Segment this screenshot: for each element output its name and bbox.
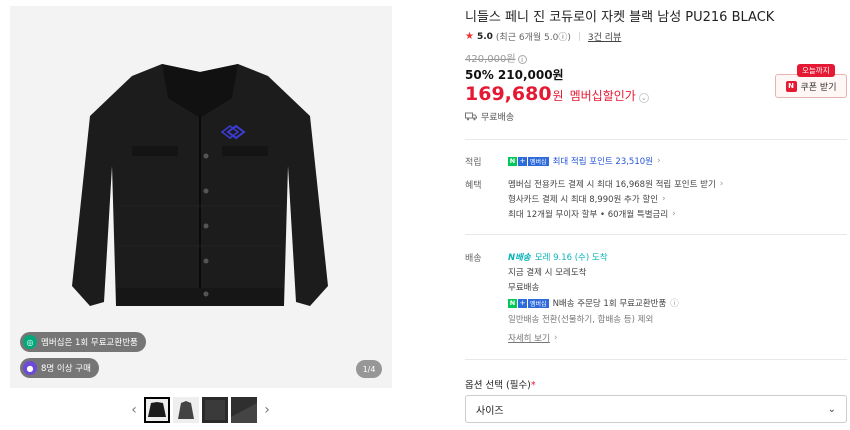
member-price-currency: 원 <box>552 89 564 103</box>
delivery-arrival-row: N배송 모레 9.16 (수) 도착 <box>508 251 608 263</box>
npay-membership-badge: N + 멤버십 <box>508 156 549 166</box>
chevron-down-icon[interactable]: ⌄ <box>638 93 649 103</box>
membership-icon: ◎ <box>23 335 37 349</box>
thumbnail-4[interactable] <box>231 397 257 423</box>
people-icon: ● <box>23 361 37 375</box>
product-info-panel: 니들스 페니 진 코듀로이 자켓 블랙 남성 PU216 BLACK ★ 5.0… <box>465 0 850 430</box>
n-delivery-badge: N배송 <box>508 253 531 263</box>
product-main-image <box>10 6 392 388</box>
delivery-line-1: 지금 결제 시 모레도착 <box>508 268 587 278</box>
divider <box>465 359 847 360</box>
star-icon: ★ <box>465 31 474 42</box>
chevron-right-icon: › <box>553 333 558 343</box>
coupon-button[interactable]: N 쿠폰 받기 <box>775 74 847 98</box>
delivery-line-2: 무료배송 <box>508 283 540 293</box>
points-row[interactable]: N + 멤버십 최대 적립 포인트 23,510원 › <box>508 155 661 167</box>
rating-score: 5.0 <box>476 31 493 42</box>
product-image-gallery[interactable]: ◎ 멤버십은 1회 무료교환반품 ● 8명 이상 구매 1/4 <box>10 6 392 388</box>
chevron-down-icon: ⌄ <box>827 403 836 415</box>
benefit-line-1[interactable]: 멤버십 전용카드 결제 시 최대 16,968원 적립 포인트 받기 › <box>508 178 723 190</box>
chevron-right-icon: › <box>662 194 666 204</box>
delivery-note: 일반배송 전환(선물하기, 합배송 등) 제외 <box>508 315 654 325</box>
benefit-line-2[interactable]: 형사카드 결제 시 최대 8,990원 추가 할인 › <box>508 193 666 205</box>
membership-exchange-badge: ◎ 멤버십은 1회 무료교환반품 <box>20 332 146 352</box>
benefits-label: 혜택 <box>465 181 482 191</box>
more-details-link[interactable]: 자세히 보기 › <box>508 332 557 344</box>
size-select-value: 사이즈 <box>476 405 504 417</box>
member-price: 169,680 원 멤버십할인가 ⌄ <box>465 83 649 105</box>
original-price: 420,000원 i <box>465 50 527 65</box>
chevron-right-icon: › <box>656 156 661 166</box>
recent-rating: (최근 6개월 5.0ⓘ) <box>495 33 571 43</box>
price-info-icon[interactable]: i <box>517 55 527 64</box>
coupon-button-label: 쿠폰 받기 <box>800 82 837 93</box>
benefit-line-3[interactable]: 최대 12개월 무이자 할부 • 60개월 특별금리 › <box>508 208 676 220</box>
free-shipping-row: 무료배송 <box>465 110 514 123</box>
image-counter: 1/4 <box>356 360 382 378</box>
npay-membership-badge: N + 멤버십 <box>508 298 549 308</box>
rating-separator: | <box>577 31 581 42</box>
divider <box>465 139 847 140</box>
points-text: 최대 적립 포인트 23,510원 <box>552 157 653 167</box>
thumb-prev-arrow-icon[interactable]: ‹ <box>127 402 141 418</box>
delivery-label: 배송 <box>465 254 482 264</box>
truck-icon <box>465 112 477 121</box>
size-select[interactable]: 사이즈 ⌄ <box>465 395 847 423</box>
today-only-tag: 오늘까지 <box>797 64 835 77</box>
member-price-label[interactable]: 멤버십할인가 <box>570 87 636 104</box>
thumb-next-arrow-icon[interactable]: › <box>260 402 274 418</box>
divider <box>465 234 847 235</box>
points-label: 적립 <box>465 158 482 168</box>
naver-n-icon: N <box>785 80 797 92</box>
info-icon[interactable]: ⓘ <box>670 297 679 309</box>
thumbnail-1[interactable] <box>144 397 170 423</box>
member-price-value: 169,680 <box>465 83 552 105</box>
sale-price: 50% 210,000원 <box>465 68 564 82</box>
thumbnail-2[interactable] <box>173 397 199 423</box>
exchange-row: N + 멤버십 N배송 주문당 1회 무료교환반품 ⓘ <box>508 297 679 309</box>
thumbnail-strip: ‹ › <box>127 395 274 425</box>
option-label: 옵션 선택 (필수)* <box>465 380 536 391</box>
product-title: 니들스 페니 진 코듀로이 자켓 블랙 남성 PU216 BLACK <box>465 10 775 25</box>
info-icon: ⓘ <box>558 33 568 43</box>
arrival-text: 모레 9.16 (수) 도착 <box>534 253 608 263</box>
reviews-link[interactable]: 3건 리뷰 <box>588 30 621 43</box>
chevron-right-icon: › <box>672 209 676 219</box>
chevron-right-icon: › <box>719 179 724 189</box>
rating-row: ★ 5.0 (최근 6개월 5.0ⓘ) | 3건 리뷰 <box>465 30 621 43</box>
purchase-count-badge: ● 8명 이상 구매 <box>20 358 99 378</box>
thumbnail-3[interactable] <box>202 397 228 423</box>
